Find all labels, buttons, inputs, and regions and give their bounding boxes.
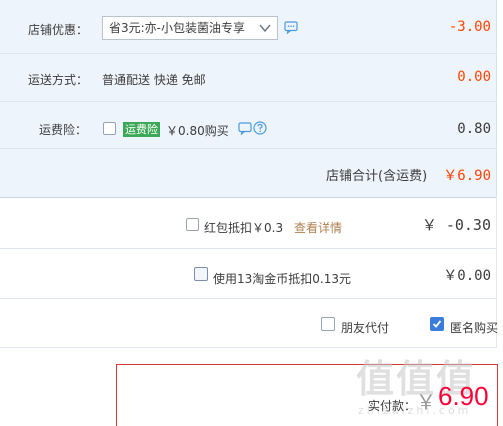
red-packet-checkbox[interactable]: [186, 218, 199, 231]
divider: [0, 148, 497, 149]
red-packet-details-link[interactable]: 查看详情: [294, 219, 342, 236]
shipping-method: 普通配送 快递 免邮: [102, 73, 206, 87]
divider: [0, 101, 497, 102]
divider: [0, 53, 497, 54]
store-total-amount: ￥6.90: [443, 168, 491, 184]
insurance-tag: 运费险: [123, 122, 160, 137]
divider: [0, 298, 497, 299]
anonymous-checkbox[interactable]: [430, 317, 444, 331]
taobao-coins-checkbox[interactable]: [194, 267, 208, 281]
anonymous-label: 匿名购买: [450, 321, 499, 335]
friend-pay-label: 朋友代付: [341, 321, 390, 335]
shipping-label: 运送方式：: [28, 73, 89, 87]
friend-pay-checkbox[interactable]: [321, 317, 335, 331]
taobao-coins-label: 使用13淘金币抵扣0.13元: [213, 272, 351, 286]
insurance-amount: 0.80: [457, 121, 491, 137]
divider: [0, 248, 497, 249]
shipping-amount: 0.00: [457, 69, 491, 85]
insurance-label: 运费险：: [39, 123, 88, 137]
store-discount-select[interactable]: 省3元:亦-小包装菌油专享: [102, 16, 278, 40]
insurance-price: ￥0.80购买: [166, 124, 229, 138]
actual-payment-currency: ￥: [416, 390, 436, 414]
red-packet-label: 红包抵扣￥0.3: [204, 221, 284, 235]
divider: [0, 197, 497, 198]
store-discount-label: 店铺优惠：: [28, 23, 89, 37]
red-packet-amount: ￥ -0.30: [421, 216, 491, 234]
taobao-coins-amount: ￥0.00: [443, 268, 491, 284]
chat-icon[interactable]: [284, 21, 298, 34]
panel-right-border: [496, 0, 497, 197]
store-discount-selected: 省3元:亦-小包装菌油专享: [109, 21, 246, 35]
chat-icon[interactable]: [238, 122, 252, 135]
insurance-checkbox[interactable]: [103, 122, 116, 135]
chevron-down-icon: [259, 24, 271, 33]
actual-payment-label: 实付款：: [368, 399, 417, 413]
store-discount-amount: -3.00: [448, 19, 491, 35]
help-icon[interactable]: [253, 121, 267, 135]
store-total-label: 店铺合计(含运费): [326, 169, 428, 184]
actual-payment-amount: 6.90: [438, 381, 489, 411]
check-icon: [432, 320, 442, 328]
